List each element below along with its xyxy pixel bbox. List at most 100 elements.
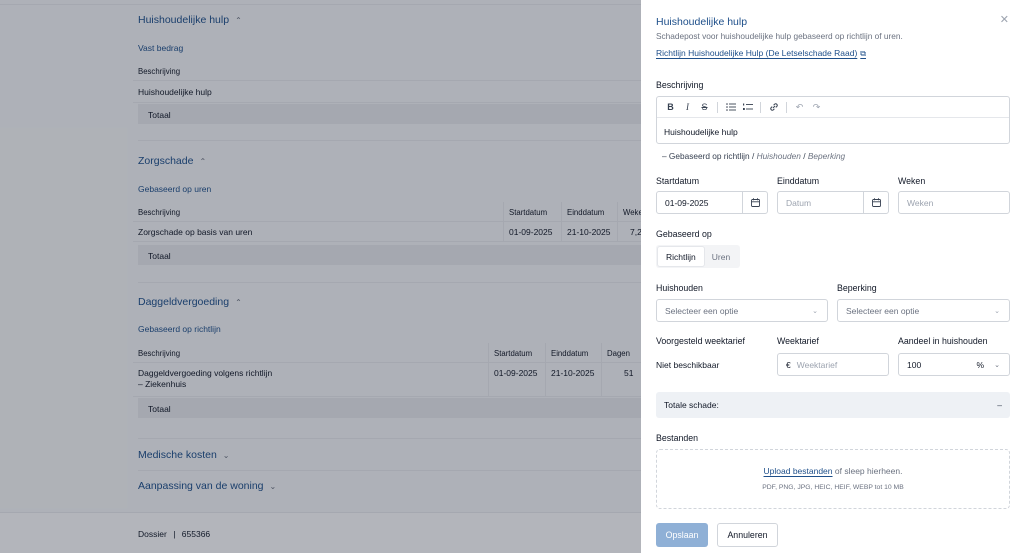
meta-separator: / bbox=[803, 151, 806, 161]
section-title: Zorgschade bbox=[138, 155, 194, 167]
chevron-down-icon: ⌄ bbox=[812, 307, 818, 315]
total-label: Totaal bbox=[148, 110, 171, 120]
method-link[interactable]: Gebaseerd op uren bbox=[138, 184, 211, 194]
section-aanpassing-woning-header[interactable]: Aanpassing van de woning ⌄ bbox=[138, 480, 276, 492]
bold-icon[interactable]: B bbox=[662, 99, 679, 116]
method-link[interactable]: Gebaseerd op richtlijn bbox=[138, 324, 221, 334]
cell-start: 01-09-2025 bbox=[509, 227, 553, 237]
option-uren[interactable]: Uren bbox=[704, 247, 738, 266]
limitation-placeholder: Selecteer een optie bbox=[846, 305, 920, 316]
dossier-label: Dossier bbox=[138, 529, 167, 539]
numbered-list-icon[interactable] bbox=[739, 99, 756, 116]
weeks-label: Weken bbox=[898, 176, 926, 186]
limitation-select[interactable]: Selecteer een optie ⌄ bbox=[837, 299, 1010, 322]
cell-description: Zorgschade op basis van uren bbox=[138, 227, 253, 237]
dropzone-hint: of sleep hierheen. bbox=[832, 466, 903, 476]
undo-icon[interactable]: ↶ bbox=[791, 99, 808, 116]
calendar-icon[interactable] bbox=[863, 192, 888, 213]
based-on-toggle: Richtlijn Uren bbox=[656, 245, 741, 268]
italic-icon[interactable]: I bbox=[679, 99, 696, 116]
end-date-label: Einddatum bbox=[777, 176, 820, 186]
dropzone-text: Upload bestanden of sleep hierheen. bbox=[657, 466, 1009, 476]
upload-files-link[interactable]: Upload bestanden bbox=[764, 466, 833, 476]
external-link-icon: ⧉ bbox=[860, 49, 866, 58]
end-date-field[interactable]: Datum bbox=[777, 191, 889, 214]
description-meta: – Gebaseerd op richtlijn / Huishouden / … bbox=[662, 151, 845, 161]
section-title: Aanpassing van de woning bbox=[138, 480, 264, 492]
section-zorgschade-header[interactable]: Zorgschade ⌃ bbox=[138, 155, 206, 167]
chevron-down-icon[interactable]: ⌄ bbox=[994, 361, 1000, 369]
cell-end: 21-10-2025 bbox=[567, 227, 611, 237]
share-label: Aandeel in huishouden bbox=[898, 336, 988, 346]
section-huishoudelijke-hulp-header[interactable]: Huishoudelijke hulp ⌃ bbox=[138, 14, 242, 26]
panel-subtitle: Schadepost voor huishoudelijke hulp geba… bbox=[656, 31, 903, 41]
panel-title: Huishoudelijke hulp bbox=[656, 16, 748, 28]
weeks-placeholder: Weken bbox=[907, 197, 934, 208]
files-label: Bestanden bbox=[656, 433, 699, 443]
chevron-up-icon: ⌃ bbox=[235, 297, 242, 307]
column-header: Startdatum bbox=[509, 208, 548, 217]
weeks-input[interactable]: Weken bbox=[898, 191, 1010, 214]
description-editor[interactable]: B I S ↶ ↷ Huishoudelijke hulp bbox=[656, 96, 1010, 144]
section-medische-kosten-header[interactable]: Medische kosten ⌄ bbox=[138, 449, 230, 461]
total-damage-bar: Totale schade: – bbox=[656, 392, 1010, 418]
calendar-icon[interactable] bbox=[742, 192, 767, 213]
redo-icon[interactable]: ↷ bbox=[808, 99, 825, 116]
total-damage-label: Totale schade: bbox=[664, 400, 719, 410]
section-title: Daggeldvergoeding bbox=[138, 296, 230, 308]
column-header: Weke bbox=[623, 208, 643, 217]
share-input[interactable]: 100 % ⌄ bbox=[898, 353, 1010, 376]
total-label: Totaal bbox=[148, 404, 171, 414]
total-damage-value: – bbox=[997, 400, 1002, 410]
based-on-label: Gebaseerd op bbox=[656, 229, 712, 239]
file-dropzone[interactable]: Upload bestanden of sleep hierheen. PDF,… bbox=[656, 449, 1010, 509]
percent-icon: % bbox=[976, 359, 984, 370]
week-rate-input[interactable]: € Weektarief bbox=[777, 353, 889, 376]
editor-toolbar: B I S ↶ ↷ bbox=[657, 97, 1009, 118]
cell-description: Daggeldvergoeding volgens richtlijn bbox=[138, 368, 273, 378]
cell-days: 51 bbox=[624, 368, 634, 378]
chevron-up-icon: ⌃ bbox=[235, 15, 242, 25]
end-date-placeholder: Datum bbox=[786, 197, 812, 208]
column-header: Einddatum bbox=[567, 208, 605, 217]
dossier-number: 655366 bbox=[181, 529, 211, 539]
start-date-value: 01-09-2025 bbox=[665, 197, 709, 208]
guideline-link[interactable]: Richtlijn Huishoudelijke Hulp (De Letsel… bbox=[656, 48, 866, 59]
chevron-up-icon: ⌃ bbox=[199, 156, 207, 166]
start-date-field[interactable]: 01-09-2025 bbox=[656, 191, 768, 214]
meta-separator: / bbox=[751, 151, 755, 161]
option-richtlijn[interactable]: Richtlijn bbox=[658, 247, 704, 266]
total-label: Totaal bbox=[148, 251, 171, 261]
side-panel: Huishoudelijke hulp ✕ Schadepost voor hu… bbox=[641, 0, 1024, 553]
description-label: Beschrijving bbox=[656, 80, 704, 90]
column-header: Startdatum bbox=[494, 349, 533, 358]
method-link[interactable]: Vast bedrag bbox=[138, 43, 183, 53]
cancel-button[interactable]: Annuleren bbox=[717, 523, 778, 547]
allowed-file-types: PDF, PNG, JPG, HEIC, HEIF, WEBP tot 10 M… bbox=[762, 484, 904, 491]
guideline-link-label: Richtlijn Huishoudelijke Hulp (De Letsel… bbox=[656, 48, 858, 58]
household-label: Huishouden bbox=[656, 283, 703, 293]
description-text[interactable]: Huishoudelijke hulp bbox=[664, 127, 738, 137]
chevron-down-icon: ⌄ bbox=[222, 450, 230, 460]
cell-description: Huishoudelijke hulp bbox=[138, 87, 212, 97]
save-button[interactable]: Opslaan bbox=[656, 523, 708, 547]
section-title: Huishoudelijke hulp bbox=[138, 14, 230, 26]
link-icon[interactable] bbox=[765, 99, 782, 116]
bullet-list-icon[interactable] bbox=[722, 99, 739, 116]
meta-prefix: – Gebaseerd op richtlijn bbox=[662, 151, 750, 161]
chevron-down-icon: ⌄ bbox=[269, 481, 277, 491]
chevron-down-icon: ⌄ bbox=[994, 307, 1000, 315]
strikethrough-icon[interactable]: S bbox=[696, 99, 713, 116]
column-header: Beschrijving bbox=[138, 208, 181, 217]
cell-start: 01-09-2025 bbox=[494, 368, 538, 378]
start-date-label: Startdatum bbox=[656, 176, 700, 186]
close-icon[interactable]: ✕ bbox=[1000, 13, 1009, 26]
column-header: Beschrijving bbox=[138, 67, 181, 76]
household-select[interactable]: Selecteer een optie ⌄ bbox=[656, 299, 828, 322]
dossier-separator: | bbox=[173, 529, 176, 539]
section-daggeldvergoeding-header[interactable]: Daggeldvergoeding ⌃ bbox=[138, 296, 242, 308]
dossier-info: Dossier | 655366 bbox=[138, 529, 210, 539]
cell-end: 21-10-2025 bbox=[551, 368, 595, 378]
suggested-rate-label: Voorgesteld weektarief bbox=[656, 336, 745, 346]
column-header: Dagen bbox=[607, 349, 630, 358]
